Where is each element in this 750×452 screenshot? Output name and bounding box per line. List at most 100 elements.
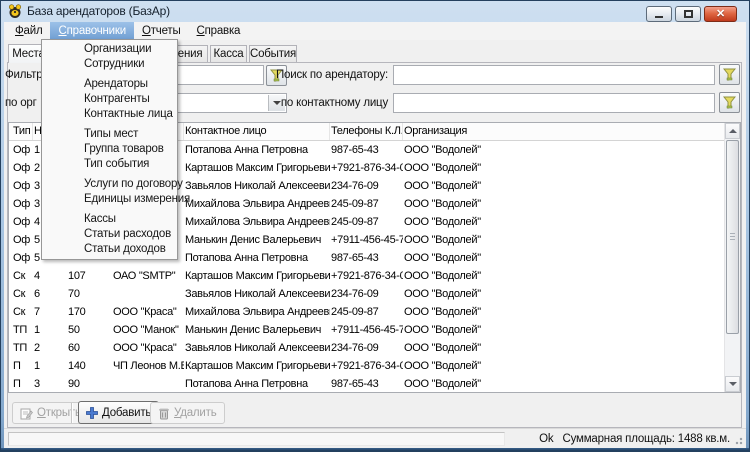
menu-item-contact-persons[interactable]: Контактные лица xyxy=(42,107,177,122)
cell-area: 140 xyxy=(67,357,112,375)
cell-type: Оф xyxy=(12,195,33,213)
maximize-icon xyxy=(684,10,693,18)
cell-organization: ООО "Водолей" xyxy=(403,231,724,249)
table-row[interactable]: ТП 1 50 ООО "Манок" Манькин Денис Валерь… xyxy=(12,321,724,339)
cell-contact: Карташов Максим Григорьевич xyxy=(184,357,330,375)
funnel-icon xyxy=(723,96,736,109)
scroll-up-button[interactable] xyxy=(725,123,740,139)
tab-events[interactable]: События xyxy=(249,45,297,62)
close-icon: ✕ xyxy=(716,9,725,20)
cell-type: Оф xyxy=(12,231,33,249)
cell-organization: ООО "Водолей" xyxy=(403,249,724,267)
maximize-button[interactable] xyxy=(675,6,701,22)
cell-number: 2 xyxy=(33,339,67,357)
tenant-search-filter-button[interactable] xyxy=(719,64,740,85)
triangle-down-icon xyxy=(729,382,737,386)
status-message-panel xyxy=(8,432,505,446)
menubar: Файл Справочники Отчеты Справка xyxy=(4,22,746,40)
cell-phone: +7921-876-34-09 xyxy=(330,159,403,177)
cell-phone: +7921-876-34-09 xyxy=(330,357,403,375)
cell-organization: ООО "Водолей" xyxy=(403,339,724,357)
cell-contact: Манькин Денис Валерьевич xyxy=(184,321,330,339)
cell-contact: Потапова Анна Петровна xyxy=(184,141,330,159)
menu-item-tenants[interactable]: Арендаторы xyxy=(42,77,177,92)
cell-organization: ООО "Водолей" xyxy=(403,357,724,375)
cell-phone: 987-65-43 xyxy=(330,249,403,267)
trash-icon xyxy=(158,407,170,420)
statusbar: Ok Суммарная площадь: 1488 кв.м. xyxy=(4,428,746,448)
delete-button[interactable]: Удалить xyxy=(150,402,225,424)
menu-item-income-items[interactable]: Статьи доходов xyxy=(42,242,177,257)
table-row[interactable]: П 1 140 ЧП Леонов М.В. Карташов Максим Г… xyxy=(12,357,724,375)
minimize-icon xyxy=(655,15,663,18)
menu-help[interactable]: Справка xyxy=(189,22,249,40)
col-header-contact[interactable]: Контактное лицо xyxy=(184,123,330,140)
cell-contact: Потапова Анна Петровна xyxy=(184,249,330,267)
scrollbar-grip xyxy=(730,233,735,241)
cell-area: 107 xyxy=(67,267,112,285)
table-row[interactable]: ТП 2 60 ООО "Краса" Завьялов Николай Але… xyxy=(12,339,724,357)
cell-contact: Михайлова Эльвира Андреевна xyxy=(184,303,330,321)
contact-search-filter-button[interactable] xyxy=(719,92,740,113)
cell-area: 60 xyxy=(67,339,112,357)
cell-organization: ООО "Водолей" xyxy=(403,375,724,392)
col-header-organization[interactable]: Организация xyxy=(403,123,724,140)
add-button[interactable]: Добавить xyxy=(78,401,159,424)
cell-type: П xyxy=(12,375,33,392)
menu-item-cashboxes[interactable]: Кассы xyxy=(42,212,177,227)
cell-contact: Карташов Максим Григорьевич xyxy=(184,267,330,285)
cell-phone: 245-09-87 xyxy=(330,213,403,231)
titlebar: База арендаторов (БазАр) ✕ xyxy=(0,0,750,22)
menu-item-expense-items[interactable]: Статьи расходов xyxy=(42,227,177,242)
minimize-button[interactable] xyxy=(646,6,672,22)
menu-item-event-type[interactable]: Тип события xyxy=(42,157,177,172)
cell-tenant: ООО "Краса" xyxy=(112,339,184,357)
col-header-type[interactable]: Тип xyxy=(12,123,33,140)
menu-directories[interactable]: Справочники xyxy=(50,22,133,40)
cell-contact: Михайлова Эльвира Андреевна xyxy=(184,213,330,231)
close-button[interactable]: ✕ xyxy=(704,6,737,22)
cell-type: Оф xyxy=(12,159,33,177)
table-row[interactable]: П 3 90 Потапова Анна Петровна 987-65-43 … xyxy=(12,375,724,392)
tenant-search-input[interactable] xyxy=(393,65,715,85)
menu-item-contract-services[interactable]: Услуги по договору xyxy=(42,177,177,192)
scrollbar-thumb[interactable] xyxy=(726,140,739,334)
cell-tenant xyxy=(112,285,184,303)
cell-contact: Завьялов Николай Алексеевич xyxy=(184,285,330,303)
menu-file[interactable]: Файл xyxy=(7,22,50,40)
tab-cashbox[interactable]: Касса xyxy=(210,45,247,62)
table-row[interactable]: Ск 4 107 ОАО "SMTP" Карташов Максим Григ… xyxy=(12,267,724,285)
table-row[interactable]: Ск 6 70 Завьялов Николай Алексеевич 234-… xyxy=(12,285,724,303)
cell-organization: ООО "Водолей" xyxy=(403,267,724,285)
col-header-phones[interactable]: Телефоны К.Л. xyxy=(330,123,403,140)
app-icon xyxy=(7,3,23,19)
cell-contact: Михайлова Эльвира Андреевна xyxy=(184,195,330,213)
cell-organization: ООО "Водолей" xyxy=(403,303,724,321)
app-window: База арендаторов (БазАр) ✕ Файл Справочн… xyxy=(0,0,750,452)
contact-search-label: по контактному лицу xyxy=(250,97,388,109)
toolbar-separator xyxy=(71,403,73,423)
menu-item-place-types[interactable]: Типы мест xyxy=(42,127,177,142)
cell-phone: 987-65-43 xyxy=(330,375,403,392)
contact-search-input[interactable] xyxy=(393,93,715,113)
vertical-scrollbar[interactable] xyxy=(724,123,740,392)
tenant-search-label: Поиск по арендатору: xyxy=(250,69,388,81)
menu-item-employees[interactable]: Сотрудники xyxy=(42,57,177,72)
cell-type: Оф xyxy=(12,141,33,159)
table-row[interactable]: Ск 7 170 ООО "Краса" Михайлова Эльвира А… xyxy=(12,303,724,321)
menu-reports[interactable]: Отчеты xyxy=(134,22,189,40)
scroll-down-button[interactable] xyxy=(725,376,740,392)
cell-number: 6 xyxy=(33,285,67,303)
cell-organization: ООО "Водолей" xyxy=(403,321,724,339)
resize-grip[interactable] xyxy=(734,436,743,445)
cell-organization: ООО "Водолей" xyxy=(403,195,724,213)
menu-item-measurement-units[interactable]: Единицы измерения xyxy=(42,192,177,207)
menu-item-counterparties[interactable]: Контрагенты xyxy=(42,92,177,107)
menu-item-organizations[interactable]: Организации xyxy=(42,42,177,57)
org-filter-label: по орг xyxy=(5,97,37,109)
cell-contact: Завьялов Николай Алексеевич xyxy=(184,177,330,195)
funnel-icon xyxy=(723,68,736,81)
menu-item-goods-group[interactable]: Группа товаров xyxy=(42,142,177,157)
cell-type: Ск xyxy=(12,267,33,285)
cell-contact: Завьялов Николай Алексеевич xyxy=(184,339,330,357)
